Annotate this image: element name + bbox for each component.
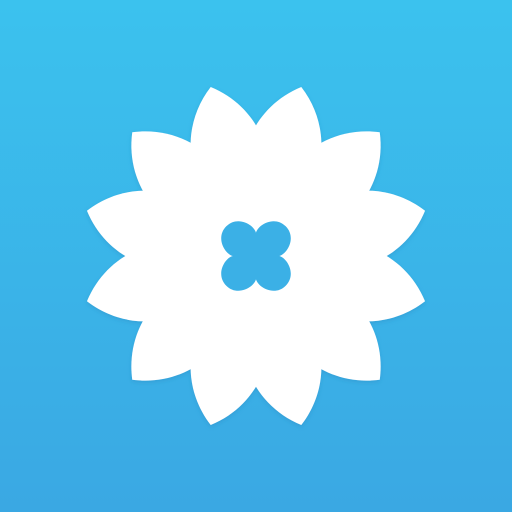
flower-app-icon xyxy=(0,0,512,512)
